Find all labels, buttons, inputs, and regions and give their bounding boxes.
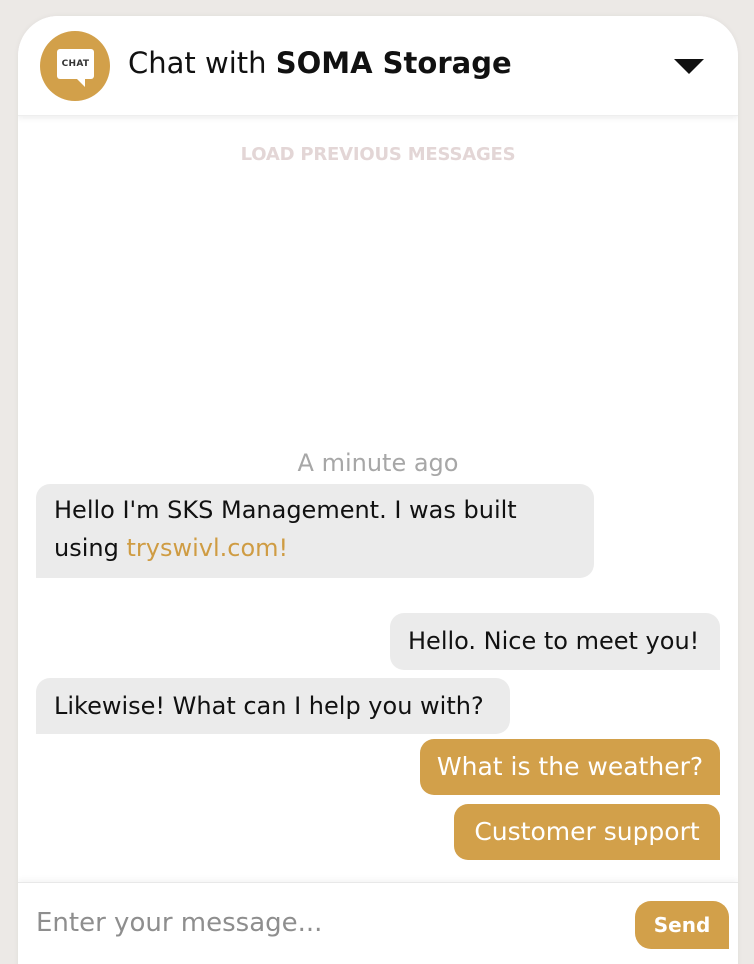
avatar-bubble-label: CHAT — [57, 49, 94, 79]
quick-reply-weather-button[interactable]: What is the weather? — [420, 739, 720, 795]
message-input[interactable] — [36, 901, 626, 945]
load-previous-messages-link[interactable]: LOAD PREVIOUS MESSAGES — [18, 144, 738, 165]
quick-reply-customer-support-button[interactable]: Customer support — [454, 804, 720, 860]
chat-header: CHAT Chat with SOMA Storage — [18, 16, 738, 116]
user-message-text: Hello. Nice to meet you! — [408, 627, 700, 655]
chat-title: Chat with SOMA Storage — [128, 46, 512, 80]
chevron-down-icon[interactable] — [674, 59, 704, 74]
chat-avatar-icon: CHAT — [40, 31, 110, 101]
avatar-bubble-tail — [76, 78, 85, 87]
message-timestamp: A minute ago — [297, 449, 459, 477]
bot-message-text: Likewise! What can I help you with? — [54, 692, 484, 720]
send-button[interactable]: Send — [635, 901, 729, 949]
bot-message-link[interactable]: tryswivl.com! — [126, 534, 288, 562]
message-composer: Send — [18, 882, 738, 964]
chat-title-name: SOMA Storage — [275, 46, 512, 80]
user-message-bubble: Hello. Nice to meet you! — [390, 613, 720, 670]
bot-message-bubble: Hello I'm SKS Management. I was built us… — [36, 484, 594, 578]
bot-message-bubble: Likewise! What can I help you with? — [36, 678, 510, 734]
chat-title-prefix: Chat with — [128, 46, 276, 80]
chat-widget: CHAT Chat with SOMA Storage LOAD PREVIOU… — [18, 16, 738, 964]
